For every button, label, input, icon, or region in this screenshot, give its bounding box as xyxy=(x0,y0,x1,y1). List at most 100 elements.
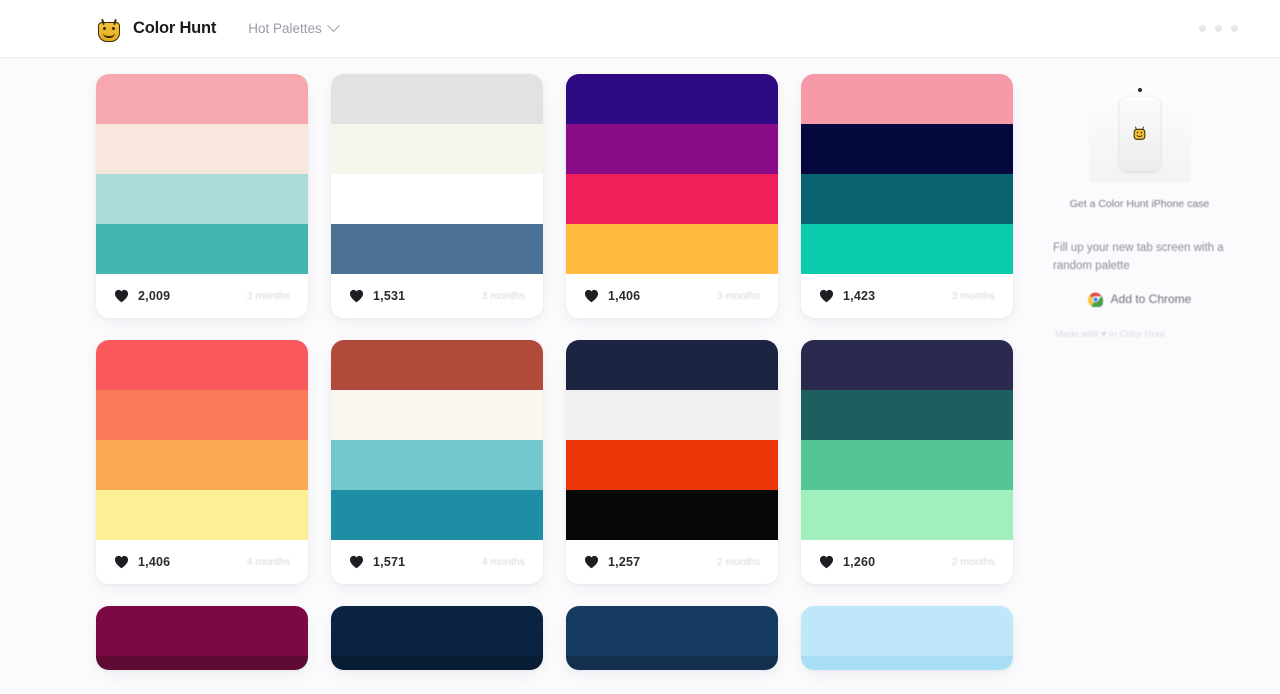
page-content: 2,009 3 months 1,531 3 months 1,406 3 months 1… xyxy=(0,58,1280,670)
palette-date: 4 months xyxy=(481,556,525,568)
palette-swatches xyxy=(566,606,778,670)
palette-swatch[interactable] xyxy=(331,440,543,490)
palette-swatches xyxy=(331,606,543,670)
palette-card[interactable]: 1,260 2 months xyxy=(801,340,1013,584)
palette-meta: 1,406 4 months xyxy=(96,540,308,584)
palette-card[interactable]: 1,406 3 months xyxy=(566,74,778,318)
heart-icon[interactable] xyxy=(349,289,364,303)
palette-swatch[interactable] xyxy=(96,440,308,490)
palette-swatch[interactable] xyxy=(96,224,308,274)
palette-date: 3 months xyxy=(246,290,290,302)
palette-swatch[interactable] xyxy=(801,606,1013,656)
palette-swatch[interactable] xyxy=(331,656,543,670)
palette-swatch[interactable] xyxy=(96,490,308,540)
chrome-icon xyxy=(1087,292,1103,307)
palette-date: 2 months xyxy=(716,556,760,568)
palette-swatch[interactable] xyxy=(566,224,778,274)
palette-swatch[interactable] xyxy=(96,340,308,390)
palette-swatches xyxy=(566,74,778,274)
palette-swatch[interactable] xyxy=(566,440,778,490)
like-count: 1,260 xyxy=(843,555,876,569)
palette-swatch[interactable] xyxy=(566,656,778,670)
header-action-dot[interactable] xyxy=(1199,25,1206,32)
heart-icon[interactable] xyxy=(584,555,599,569)
palette-swatch[interactable] xyxy=(566,606,778,656)
palette-swatch[interactable] xyxy=(566,74,778,124)
palette-card[interactable] xyxy=(331,606,543,670)
heart-icon[interactable] xyxy=(584,289,599,303)
palette-card[interactable]: 1,571 4 months xyxy=(331,340,543,584)
color-hunt-logo-icon xyxy=(1133,126,1146,140)
palette-swatch[interactable] xyxy=(801,224,1013,274)
palette-swatch[interactable] xyxy=(331,124,543,174)
palette-swatch[interactable] xyxy=(96,606,308,656)
like-count: 1,406 xyxy=(608,289,641,303)
palette-card[interactable]: 1,423 3 months xyxy=(801,74,1013,318)
chevron-down-icon xyxy=(326,19,340,33)
palette-swatch[interactable] xyxy=(801,174,1013,224)
iphone-case-icon[interactable] xyxy=(1088,86,1191,182)
palette-meta: 1,260 2 months xyxy=(801,540,1013,584)
palette-swatches xyxy=(96,340,308,540)
palette-swatch[interactable] xyxy=(96,390,308,440)
palette-date: 3 months xyxy=(481,290,525,302)
color-hunt-logo-icon xyxy=(96,16,122,42)
palette-swatch[interactable] xyxy=(96,124,308,174)
palette-card[interactable]: 1,257 2 months xyxy=(566,340,778,584)
heart-icon[interactable] xyxy=(349,555,364,569)
palette-swatch[interactable] xyxy=(566,490,778,540)
sidebar: Get a Color Hunt iPhone case Fill up you… xyxy=(1041,74,1238,670)
palette-swatch[interactable] xyxy=(331,174,543,224)
top-header: Color Hunt Hot Palettes xyxy=(0,0,1280,58)
brand-logo[interactable]: Color Hunt xyxy=(96,16,216,42)
palette-card[interactable]: 1,406 4 months xyxy=(96,340,308,584)
color-hunt-page: Color Hunt Hot Palettes 2,009 3 months 1,5… xyxy=(0,0,1280,694)
header-action-dot[interactable] xyxy=(1231,25,1238,32)
palette-swatches xyxy=(566,340,778,540)
like-count: 1,531 xyxy=(373,289,406,303)
palette-swatch[interactable] xyxy=(331,490,543,540)
heart-icon[interactable] xyxy=(819,289,834,303)
header-action-dot[interactable] xyxy=(1215,25,1222,32)
palette-swatch[interactable] xyxy=(96,74,308,124)
heart-icon[interactable] xyxy=(114,555,129,569)
palette-card[interactable]: 1,531 3 months xyxy=(331,74,543,318)
palette-swatch[interactable] xyxy=(566,174,778,224)
palette-card[interactable] xyxy=(566,606,778,670)
palette-swatch[interactable] xyxy=(566,390,778,440)
palette-swatch[interactable] xyxy=(801,490,1013,540)
like-count: 1,423 xyxy=(843,289,876,303)
palette-swatch[interactable] xyxy=(331,340,543,390)
palette-swatch[interactable] xyxy=(331,224,543,274)
palette-swatch[interactable] xyxy=(566,340,778,390)
palette-card[interactable] xyxy=(801,606,1013,670)
palette-swatch[interactable] xyxy=(801,440,1013,490)
palette-meta: 1,531 3 months xyxy=(331,274,543,318)
palette-swatch[interactable] xyxy=(331,606,543,656)
palette-swatches xyxy=(801,340,1013,540)
palette-swatch[interactable] xyxy=(96,656,308,670)
palette-swatch[interactable] xyxy=(801,390,1013,440)
palette-swatch[interactable] xyxy=(801,124,1013,174)
palette-swatch[interactable] xyxy=(566,124,778,174)
heart-icon[interactable] xyxy=(114,289,129,303)
palette-swatches xyxy=(801,74,1013,274)
heart-icon[interactable] xyxy=(819,555,834,569)
palette-filter-dropdown[interactable]: Hot Palettes xyxy=(248,19,340,36)
palette-grid: 2,009 3 months 1,531 3 months 1,406 3 months 1… xyxy=(96,74,1013,670)
palette-swatch[interactable] xyxy=(801,74,1013,124)
palette-swatch[interactable] xyxy=(331,74,543,124)
palette-meta: 1,571 4 months xyxy=(331,540,543,584)
palette-swatch[interactable] xyxy=(801,656,1013,670)
palette-date: 4 months xyxy=(246,556,290,568)
palette-swatches xyxy=(96,606,308,670)
palette-swatch[interactable] xyxy=(96,174,308,224)
like-count: 1,571 xyxy=(373,555,406,569)
palette-swatch[interactable] xyxy=(331,390,543,440)
add-to-chrome-button[interactable]: Add to Chrome xyxy=(1041,292,1238,307)
footer-note: Made with ♥ in Color Hunt xyxy=(1055,328,1165,340)
palette-card[interactable]: 2,009 3 months xyxy=(96,74,308,318)
palette-swatch[interactable] xyxy=(801,340,1013,390)
palette-card[interactable] xyxy=(96,606,308,670)
header-actions[interactable] xyxy=(1199,25,1238,32)
